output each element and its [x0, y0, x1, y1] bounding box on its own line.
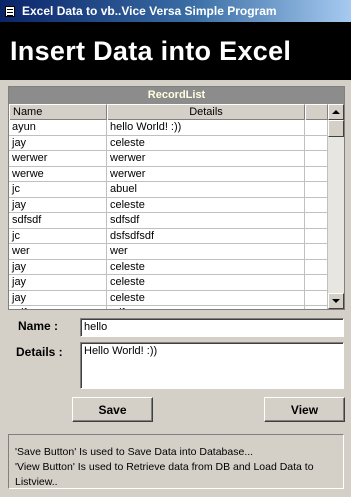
cell-name: wer	[9, 244, 107, 259]
table-row[interactable]: jay celeste	[9, 135, 328, 151]
cell-details: celeste	[107, 259, 305, 274]
cell-details: celeste	[107, 275, 305, 290]
cell-details: sdfsc	[107, 306, 305, 309]
table-row[interactable]: ayun hello World! :))	[9, 120, 328, 136]
cell-name: werwer	[9, 151, 107, 166]
table-row[interactable]: sdfscsdfsc	[9, 306, 328, 309]
cell-blank	[305, 213, 328, 228]
cell-name: jay	[9, 290, 107, 305]
scroll-down-arrow-icon	[332, 299, 340, 303]
cell-name: sdfsc	[9, 306, 107, 309]
main-window: Excel Data to vb..Vice Versa Simple Prog…	[0, 0, 351, 497]
table-row[interactable]: jay celeste	[9, 275, 328, 291]
table-row[interactable]: jay celeste	[9, 290, 328, 306]
cell-name: jay	[9, 259, 107, 274]
scroll-thumb[interactable]	[328, 120, 344, 137]
scroll-down-button[interactable]	[328, 293, 344, 309]
app-icon[interactable]	[4, 4, 18, 18]
cell-details: wer	[107, 244, 305, 259]
info-line-view: 'View Button' Is used to Retrieve data f…	[15, 461, 314, 488]
cell-blank	[305, 275, 328, 290]
cell-name: werwe	[9, 166, 107, 181]
info-line-save: 'Save Button' Is used to Save Data into …	[15, 446, 254, 458]
cell-details: sdfsdf	[107, 213, 305, 228]
table-row[interactable]: werwe werwer	[9, 166, 328, 182]
cell-blank	[305, 259, 328, 274]
cell-name: jay	[9, 197, 107, 212]
name-label: Name :	[18, 319, 59, 333]
table-row[interactable]: wer wer	[9, 244, 328, 260]
details-label: Details :	[16, 345, 63, 359]
column-header-name[interactable]: Name	[9, 104, 107, 120]
window-title: Excel Data to vb..Vice Versa Simple Prog…	[22, 4, 277, 18]
cell-details: werwer	[107, 166, 305, 181]
cell-blank	[305, 290, 328, 305]
scroll-up-arrow-icon	[332, 110, 340, 114]
page-heading: Insert Data into Excel	[0, 22, 351, 80]
table-row[interactable]: sdfsdf sdfsdf	[9, 213, 328, 229]
cell-name: jay	[9, 275, 107, 290]
cell-name: jc	[9, 182, 107, 197]
scroll-up-button[interactable]	[328, 104, 344, 120]
cell-details: celeste	[107, 197, 305, 212]
cell-name: jay	[9, 135, 107, 150]
table-row[interactable]: werwer werwer	[9, 151, 328, 167]
record-list-rows: ayun hello World! :)) jay celeste werwer werw…	[9, 120, 328, 309]
cell-details: celeste	[107, 290, 305, 305]
view-button[interactable]: View	[264, 397, 345, 422]
vertical-scrollbar[interactable]	[328, 104, 344, 309]
cell-blank	[305, 151, 328, 166]
save-button[interactable]: Save	[72, 397, 153, 422]
cell-details: celeste	[107, 135, 305, 150]
cell-blank	[305, 182, 328, 197]
cell-blank	[305, 244, 328, 259]
column-header-blank	[305, 104, 328, 120]
table-row[interactable]: jay celeste	[9, 197, 328, 213]
details-textarea[interactable]: Hello World! :))	[80, 342, 344, 389]
cell-details: dsfsdfsdf	[107, 228, 305, 243]
cell-blank	[305, 197, 328, 212]
title-bar[interactable]: Excel Data to vb..Vice Versa Simple Prog…	[0, 0, 351, 22]
record-list[interactable]: RecordList Name Details ayun hello World!…	[8, 86, 345, 310]
cell-blank	[305, 120, 328, 135]
cell-details: werwer	[107, 151, 305, 166]
info-panel: 'Save Button' Is used to Save Data into …	[8, 434, 344, 489]
cell-details: hello World! :))	[107, 120, 305, 135]
table-row[interactable]: jc dsfsdfsdf	[9, 228, 328, 244]
table-row[interactable]: jay celeste	[9, 259, 328, 275]
name-input[interactable]: hello	[80, 318, 344, 337]
table-row[interactable]: jc abuel	[9, 182, 328, 198]
cell-name: jc	[9, 228, 107, 243]
cell-name: ayun	[9, 120, 107, 135]
record-list-grid[interactable]: Name Details ayun hello World! :)) jay cele…	[9, 104, 344, 309]
cell-blank	[305, 166, 328, 181]
record-list-header: Name Details	[9, 104, 328, 120]
cell-blank	[305, 228, 328, 243]
cell-name: sdfsdf	[9, 213, 107, 228]
record-list-caption: RecordList	[9, 87, 344, 104]
cell-details: abuel	[107, 182, 305, 197]
cell-blank	[305, 135, 328, 150]
cell-blank	[305, 306, 328, 309]
column-header-details[interactable]: Details	[107, 104, 305, 120]
